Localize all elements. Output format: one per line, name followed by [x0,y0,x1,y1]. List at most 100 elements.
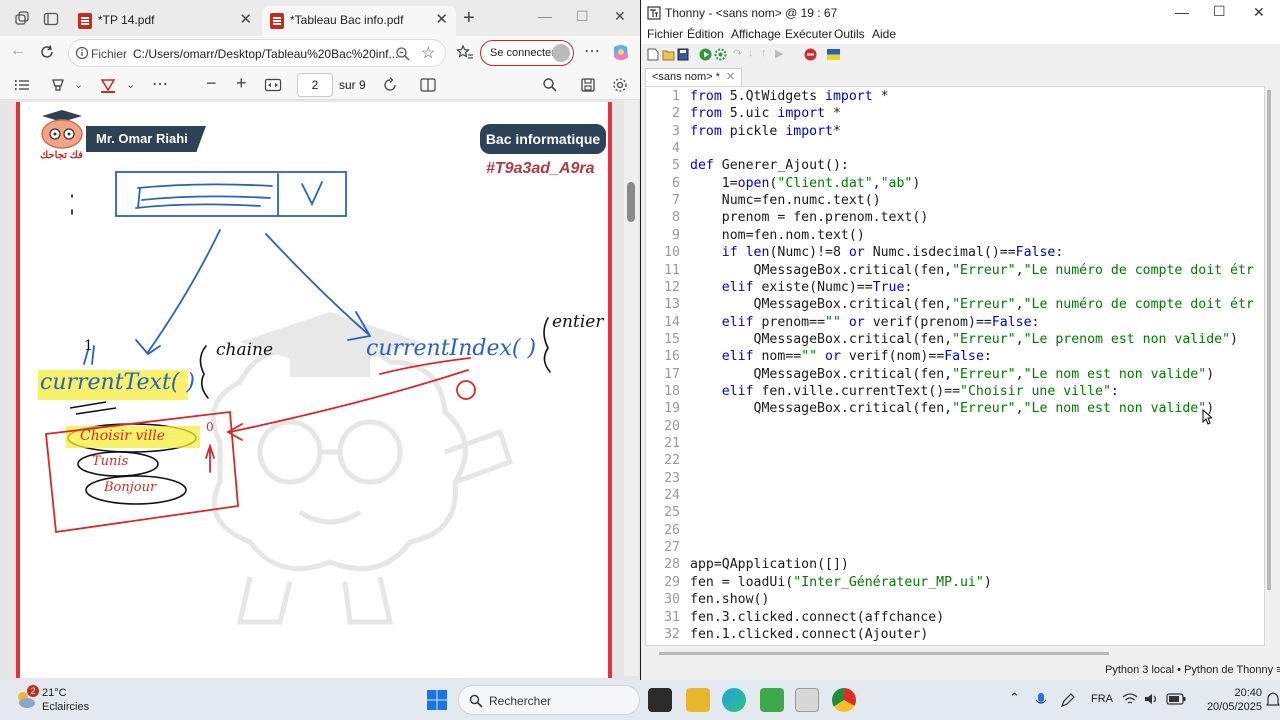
code-line[interactable]: app=QApplication([]) [690,556,849,573]
chevron-up-icon[interactable]: ⌃ [1009,690,1020,706]
maximize-icon[interactable]: ☐ [576,8,589,25]
menu-edition[interactable]: Édition [687,27,724,41]
interpreter-status[interactable]: Python 3 local • Python de Thonny ≡ [1105,664,1280,676]
favorites-icon[interactable] [456,44,474,62]
copilot-icon[interactable] [611,43,631,63]
draw-icon[interactable] [99,76,117,94]
scrollbar-thumb[interactable] [627,182,635,222]
new-tab-icon[interactable]: + [463,7,475,30]
edge-icon[interactable] [722,688,746,712]
code-line[interactable]: Numc=fen.numc.text() [690,192,881,209]
code-line[interactable]: elif prenom=="" or verif(prenom)==False: [690,314,1040,331]
code-line[interactable]: if len(Numc)!=8 or Numc.isdecimal()==Fal… [690,244,1064,261]
zoom-icon[interactable] [395,46,411,62]
search-icon[interactable] [542,77,558,93]
chevron-down-icon[interactable]: ⌄ [126,78,135,91]
save-icon[interactable] [580,77,596,93]
microphone-icon[interactable] [1034,692,1048,708]
refresh-icon[interactable] [39,44,55,60]
spreadsheet-app-icon[interactable] [760,688,784,712]
url-field[interactable]: Fichier C:/Users/omarr/Desktop/Tableau%2… [68,39,446,67]
step-out-icon[interactable]: ↑ [761,47,767,59]
new-file-icon[interactable] [647,48,659,61]
task-view-icon[interactable] [648,688,672,712]
close-window-icon[interactable]: ✕ [614,8,626,25]
code-line[interactable]: elif nom=="" or verif(nom)==False: [690,348,992,365]
code-line[interactable]: 1=open("Client.dat","ab") [690,175,921,192]
favorite-star-icon[interactable]: ☆ [421,43,435,63]
tab-tp14[interactable]: *TP 14.pdf ✕ [70,6,260,36]
more-icon[interactable]: ⋯ [584,41,600,61]
menu-affichage[interactable]: Affichage [731,27,781,41]
back-icon[interactable]: ← [10,42,26,60]
code-line[interactable]: QMessageBox.critical(fen,"Erreur","Le pr… [690,331,1238,348]
code-line[interactable]: elif existe(Numc)==True: [690,279,913,296]
editor-vertical-scrollbar[interactable] [1265,86,1280,646]
editor-horizontal-scrollbar[interactable] [645,648,1265,660]
start-icon[interactable] [426,689,448,711]
menu-executer[interactable]: Exécuter [785,27,832,41]
save-icon[interactable] [677,48,689,61]
scrollbar-thumb[interactable] [1267,90,1271,590]
zoom-in-icon[interactable]: + [236,73,247,94]
fit-page-icon[interactable] [264,77,282,93]
pen-icon[interactable] [1060,692,1076,708]
step-into-icon[interactable]: ↓ [748,47,754,59]
menu-fichier[interactable]: Fichier [647,27,683,41]
resume-icon[interactable]: ▶ [775,47,783,60]
highlight-icon[interactable] [50,77,66,93]
code-line[interactable]: fen.3.clicked.connect(affchance) [690,609,944,626]
code-line[interactable]: from 5.uic import * [690,105,841,122]
step-over-icon[interactable]: ↷ [733,47,742,60]
stop-icon[interactable] [804,48,817,61]
close-tab-icon[interactable]: ✕ [435,10,448,28]
editor-tab[interactable]: <sans nom> * ✕ [645,68,743,86]
run-icon[interactable] [699,48,712,61]
url-text[interactable]: C:/Users/omarr/Desktop/Tableau%20Bac%20i… [133,47,398,61]
open-file-icon[interactable] [662,48,675,61]
zoom-out-icon[interactable]: − [206,73,217,94]
code-line[interactable]: fen = loadUi("Inter_Générateur_MP.ui") [690,574,992,591]
close-tab-icon[interactable]: ✕ [239,10,252,28]
contents-icon[interactable] [14,78,30,92]
minimize-icon[interactable]: — [1175,4,1189,20]
ukraine-flag-icon[interactable] [827,48,840,61]
clock-time[interactable]: 20:40 [1216,687,1262,699]
code-line[interactable]: def Generer_Ajout(): [690,157,849,174]
settings-icon[interactable] [612,77,628,93]
sign-in-button[interactable]: Se connecter [480,40,574,66]
code-line[interactable]: QMessageBox.critical(fen,"Erreur","Le no… [690,366,1215,383]
code-editor[interactable]: 1 2 3 4 5 6 7 8 9 10 11 12 13 14 15 16 17 18 19 20 21 22 23 24 2… [645,86,1265,646]
pdf-scrollbar[interactable] [624,100,638,676]
code-line[interactable]: nom=fen.nom.text() [690,227,865,244]
maximize-icon[interactable]: ☐ [1213,3,1226,20]
volume-icon[interactable] [1144,692,1160,706]
tab-actions-icon[interactable] [43,11,59,27]
taskbar-search[interactable]: Rechercher [458,685,640,715]
code-line[interactable]: from 5.QtWidgets import * [690,88,889,105]
chevron-down-icon[interactable]: ⌄ [74,78,83,91]
menu-aide[interactable]: Aide [872,27,896,41]
clock-date[interactable]: 20/05/2025 [1196,701,1262,713]
code-line[interactable]: QMessageBox.critical(fen,"Erreur","Le no… [690,400,1215,417]
thonny-icon[interactable] [795,688,819,712]
menu-outils[interactable]: Outils [834,27,865,41]
scrollbar-thumb[interactable] [659,652,1109,655]
weather-widget[interactable]: 2 21°C Eclaircies [0,680,140,720]
code-line[interactable]: QMessageBox.critical(fen,"Erreur","Le nu… [690,296,1254,313]
page-number-input[interactable]: 2 [297,73,333,97]
rotate-icon[interactable] [381,77,399,93]
notification-bell-icon[interactable] [1266,692,1280,708]
code-line[interactable]: fen.show() [690,591,769,608]
info-icon[interactable] [75,46,89,60]
page-view-icon[interactable] [419,77,437,93]
close-window-icon[interactable]: ✕ [1253,4,1265,21]
more-tools-icon[interactable]: ⋯ [152,74,168,94]
debug-icon[interactable] [714,48,727,61]
pdf-viewport[interactable]: فك تجاحك Mr. Omar Riahi Bac informatique… [0,100,640,680]
file-explorer-icon[interactable] [686,688,710,712]
language-indicator[interactable]: FRA [1091,693,1113,705]
close-tab-icon[interactable]: ✕ [726,71,735,83]
tab-tableau-bac-info[interactable]: *Tableau Bac info.pdf ✕ [262,6,456,36]
minimize-icon[interactable]: — [538,8,552,24]
